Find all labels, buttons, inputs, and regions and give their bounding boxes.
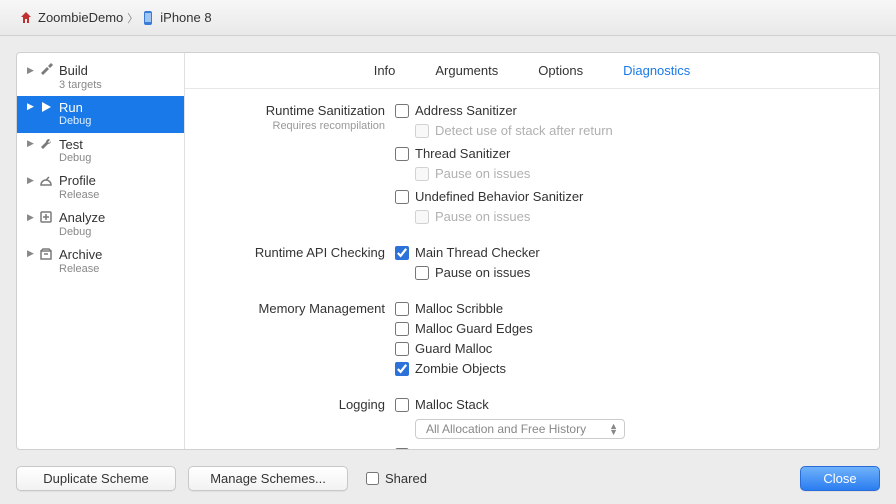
duplicate-scheme-button[interactable]: Duplicate Scheme (16, 466, 176, 491)
label-pause-ub: Pause on issues (435, 209, 530, 224)
checkbox-thread-sanitizer[interactable] (395, 147, 409, 161)
group-label: Logging (205, 397, 385, 412)
app-icon (18, 10, 34, 26)
sidebar-item-subtitle: Debug (59, 152, 91, 165)
chevron-right-icon: ▶ (27, 248, 37, 259)
label-address-sanitizer: Address Sanitizer (415, 103, 517, 118)
tab-options[interactable]: Options (538, 63, 583, 78)
checkbox-malloc-scribble[interactable] (395, 302, 409, 316)
sidebar-item-analyze[interactable]: ▶ Analyze Debug (17, 206, 184, 243)
sidebar-item-subtitle: 3 targets (59, 79, 102, 92)
sidebar: ▶ Build 3 targets ▶ Run Debug (17, 53, 185, 449)
label-malloc-guard-edges: Malloc Guard Edges (415, 321, 533, 336)
sidebar-item-title: Build (59, 63, 102, 79)
hammer-icon (37, 63, 55, 77)
sidebar-item-subtitle: Debug (59, 226, 105, 239)
settings-area: Runtime Sanitization Requires recompilat… (185, 89, 879, 449)
play-icon (37, 100, 55, 114)
label-main-thread-checker: Main Thread Checker (415, 245, 540, 260)
device-selector[interactable]: iPhone 8 (142, 10, 211, 26)
breadcrumb-separator: 〉 (127, 10, 138, 26)
device-name: iPhone 8 (160, 10, 211, 25)
checkbox-main-thread-checker[interactable] (395, 246, 409, 260)
device-icon (142, 10, 156, 26)
checkbox-guard-malloc[interactable] (395, 342, 409, 356)
group-label: Runtime API Checking (205, 245, 385, 260)
group-label: Runtime Sanitization (205, 103, 385, 118)
tab-diagnostics[interactable]: Diagnostics (623, 63, 690, 78)
sidebar-item-title: Run (59, 100, 91, 116)
scheme-editor-panel: ▶ Build 3 targets ▶ Run Debug (16, 52, 880, 450)
tab-bar: Info Arguments Options Diagnostics (185, 53, 879, 89)
sidebar-item-subtitle: Release (59, 263, 102, 276)
chevron-right-icon: ▶ (27, 65, 37, 76)
checkbox-linker-api[interactable] (395, 448, 409, 450)
group-logging: Logging Malloc Stack All Allocation and … (205, 397, 849, 449)
select-value: All Allocation and Free History (426, 422, 586, 436)
label-ub-sanitizer: Undefined Behavior Sanitizer (415, 189, 583, 204)
wrench-icon (37, 137, 55, 151)
scheme-selector[interactable]: ZoombieDemo (18, 10, 123, 26)
sidebar-item-test[interactable]: ▶ Test Debug (17, 133, 184, 170)
sidebar-item-subtitle: Debug (59, 115, 91, 128)
sidebar-item-archive[interactable]: ▶ Archive Release (17, 243, 184, 280)
tab-arguments[interactable]: Arguments (435, 63, 498, 78)
sidebar-item-subtitle: Release (59, 189, 99, 202)
checkbox-pause-ub (415, 210, 429, 224)
manage-schemes-button[interactable]: Manage Schemes... (188, 466, 348, 491)
chevron-right-icon: ▶ (27, 212, 37, 223)
checkbox-address-sanitizer[interactable] (395, 104, 409, 118)
checkbox-ub-sanitizer[interactable] (395, 190, 409, 204)
sidebar-item-title: Profile (59, 173, 99, 189)
label-thread-sanitizer: Thread Sanitizer (415, 146, 510, 161)
sidebar-item-title: Archive (59, 247, 102, 263)
tab-info[interactable]: Info (374, 63, 396, 78)
select-allocation-history[interactable]: All Allocation and Free History ▲▼ (415, 419, 625, 439)
group-memory-management: Memory Management Malloc Scribble Malloc… (205, 301, 849, 381)
breadcrumb-toolbar: ZoombieDemo 〉 iPhone 8 (0, 0, 896, 36)
chevron-right-icon: ▶ (27, 138, 37, 149)
label-malloc-stack: Malloc Stack (415, 397, 489, 412)
label-malloc-scribble: Malloc Scribble (415, 301, 503, 316)
group-label: Memory Management (205, 301, 385, 316)
label-pause-thread: Pause on issues (435, 166, 530, 181)
label-detect-stack: Detect use of stack after return (435, 123, 613, 138)
sidebar-item-title: Analyze (59, 210, 105, 226)
close-button[interactable]: Close (800, 466, 880, 491)
group-sublabel: Requires recompilation (205, 120, 385, 132)
chevron-right-icon: ▶ (27, 101, 37, 112)
checkbox-pause-thread (415, 167, 429, 181)
sidebar-item-title: Test (59, 137, 91, 153)
label-shared: Shared (385, 471, 427, 486)
label-pause-api: Pause on issues (435, 265, 530, 280)
label-zombie-objects: Zombie Objects (415, 361, 506, 376)
sidebar-item-build[interactable]: ▶ Build 3 targets (17, 59, 184, 96)
chevron-right-icon: ▶ (27, 175, 37, 186)
scheme-name: ZoombieDemo (38, 10, 123, 25)
content-area: Info Arguments Options Diagnostics Runti… (185, 53, 879, 449)
checkbox-malloc-stack[interactable] (395, 398, 409, 412)
checkbox-pause-api[interactable] (415, 266, 429, 280)
chevron-updown-icon: ▲▼ (609, 423, 618, 436)
archive-icon (37, 247, 55, 261)
gauge-icon (37, 173, 55, 187)
label-guard-malloc: Guard Malloc (415, 341, 492, 356)
label-linker-api: Dynamic Linker API Usage (415, 447, 570, 449)
sidebar-item-profile[interactable]: ▶ Profile Release (17, 169, 184, 206)
footer: Duplicate Scheme Manage Schemes... Share… (16, 466, 880, 491)
checkbox-malloc-guard-edges[interactable] (395, 322, 409, 336)
checkbox-detect-stack (415, 124, 429, 138)
group-runtime-sanitization: Runtime Sanitization Requires recompilat… (205, 103, 849, 229)
checkbox-zombie-objects[interactable] (395, 362, 409, 376)
checkbox-shared[interactable] (366, 472, 379, 485)
shared-checkbox-group: Shared (366, 471, 427, 486)
group-api-checking: Runtime API Checking Main Thread Checker… (205, 245, 849, 285)
analyze-icon (37, 210, 55, 224)
sidebar-item-run[interactable]: ▶ Run Debug (17, 96, 184, 133)
